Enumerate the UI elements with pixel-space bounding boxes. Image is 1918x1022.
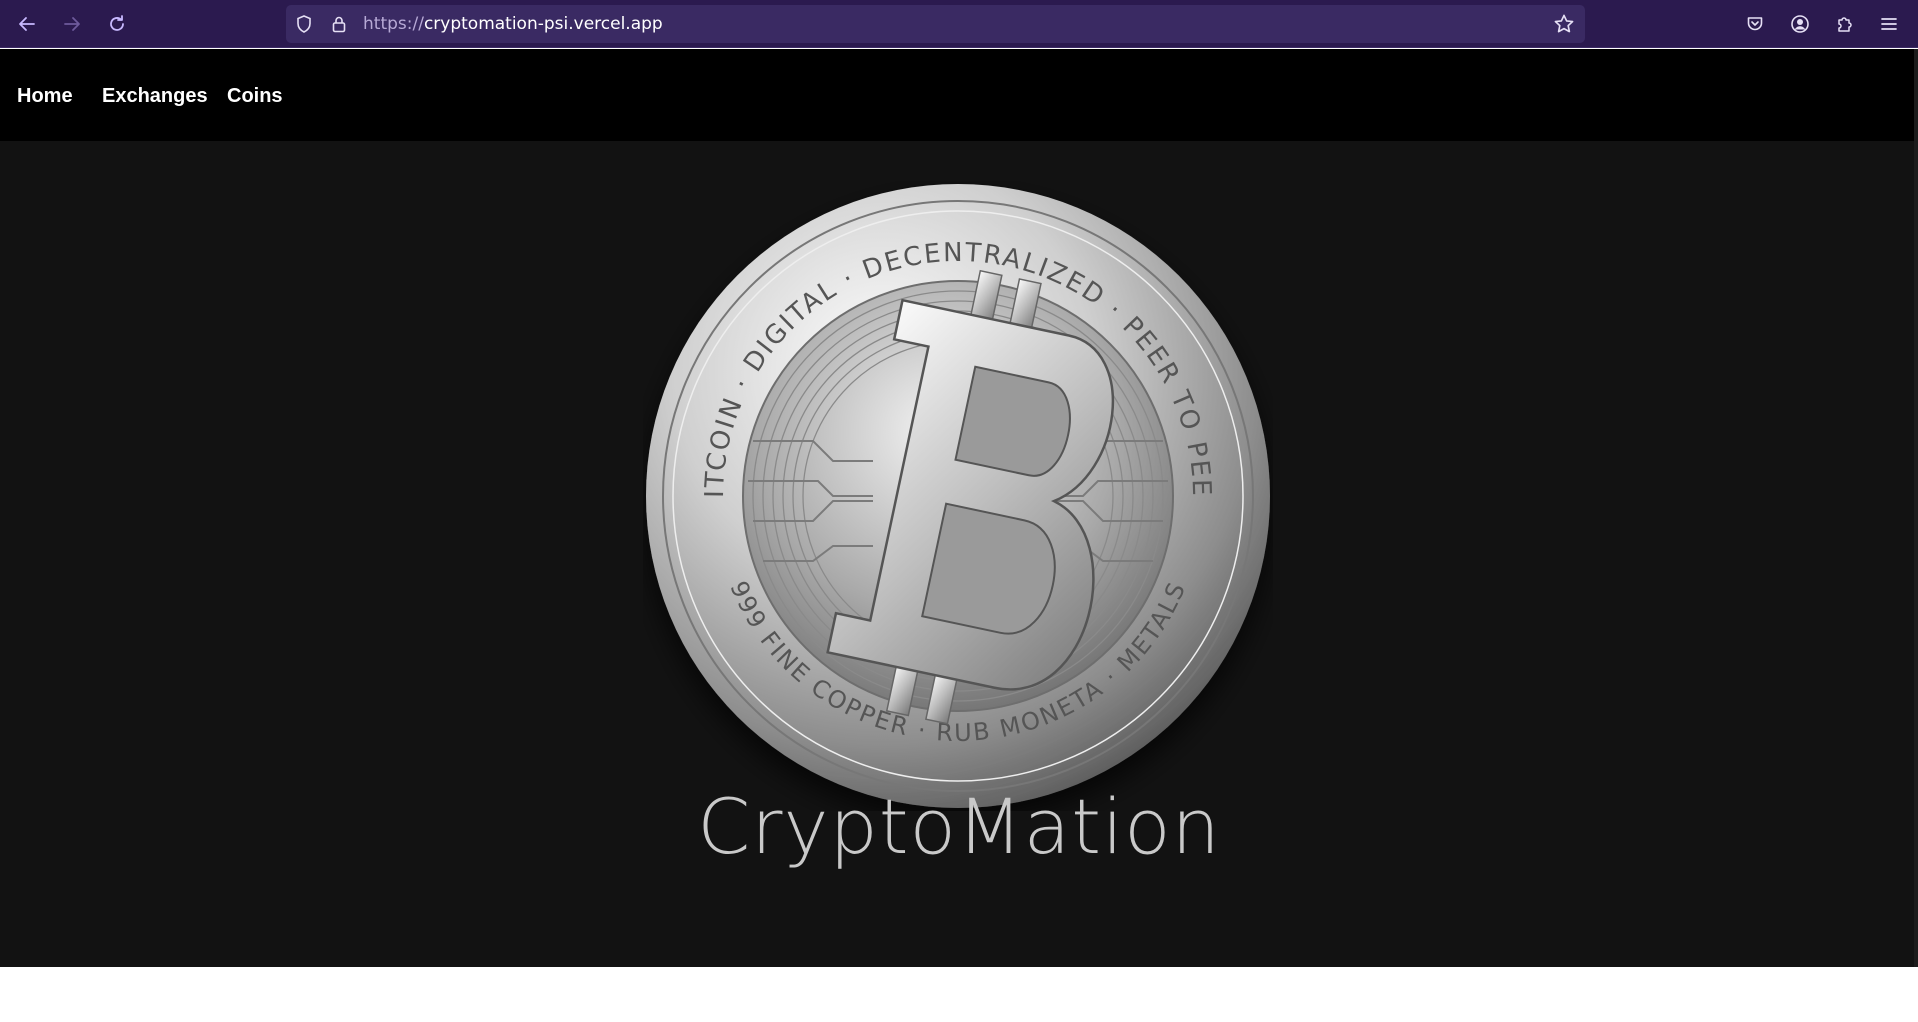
browser-toolbar: https://cryptomation-psi.vercel.app — [0, 0, 1918, 48]
forward-arrow-icon[interactable] — [56, 8, 88, 40]
url-host: cryptomation-psi.vercel.app — [423, 14, 663, 34]
account-icon[interactable] — [1784, 8, 1816, 40]
bitcoin-coin-image: BITCOIN · DIGITAL · DECENTRALIZED · PEER… — [643, 181, 1270, 808]
lock-icon[interactable] — [329, 14, 349, 34]
page-viewport: Home Exchanges Coins ITCOIN · DIGITAL · … — [0, 49, 1918, 967]
site-navbar: Home Exchanges Coins — [0, 49, 1918, 141]
nav-exchanges-link[interactable]: Exchanges — [102, 85, 208, 108]
shield-icon[interactable] — [294, 14, 314, 34]
nav-coins-link[interactable]: Coins — [227, 85, 283, 108]
extensions-icon[interactable] — [1829, 8, 1861, 40]
page-edge — [1914, 49, 1918, 967]
url-text[interactable]: https://cryptomation-psi.vercel.app — [363, 5, 663, 43]
nav-home-link[interactable]: Home — [17, 85, 73, 108]
address-bar[interactable]: https://cryptomation-psi.vercel.app — [286, 5, 1585, 43]
reload-icon[interactable] — [101, 8, 133, 40]
brand-title: CryptoMation — [697, 782, 1221, 871]
star-icon[interactable] — [1551, 11, 1577, 37]
back-arrow-icon[interactable] — [11, 8, 43, 40]
url-scheme: https:// — [363, 14, 424, 34]
hero-section: BITCOIN · DIGITAL · DECENTRALIZED · PEER… — [0, 141, 1918, 967]
pocket-icon[interactable] — [1739, 8, 1771, 40]
menu-icon[interactable] — [1873, 8, 1905, 40]
